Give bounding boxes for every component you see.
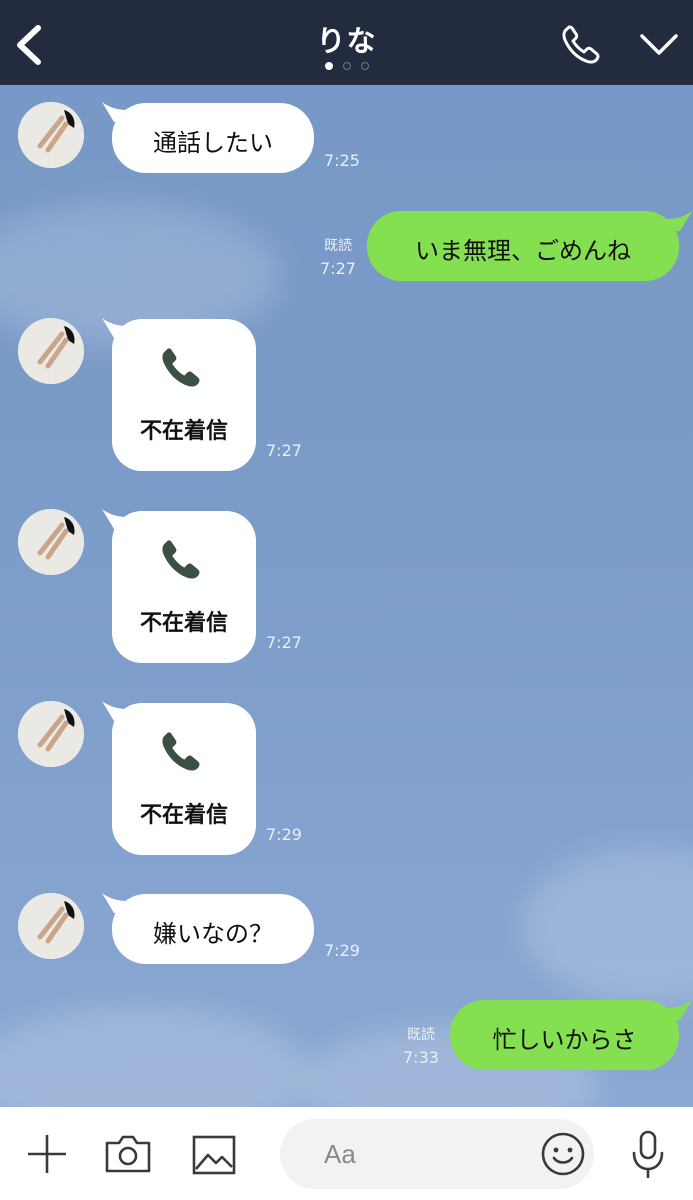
menu-dropdown-button[interactable]	[636, 26, 682, 66]
message-time: 7:27	[320, 259, 356, 278]
chevron-down-icon	[640, 34, 678, 55]
input-placeholder: Aa	[324, 1139, 356, 1169]
contact-avatar[interactable]	[18, 701, 84, 767]
emoji-icon	[541, 1132, 585, 1176]
emoji-button[interactable]	[540, 1131, 586, 1177]
message-bubble-outgoing[interactable]: いま無理、ごめんね	[367, 211, 679, 281]
read-receipt: 既読	[407, 1027, 435, 1043]
message-time: 7:25	[324, 151, 360, 170]
chat-area[interactable]: 通話したい 7:25 既読 7:27 いま無理、ごめんね 不在着信 7:27 不…	[0, 85, 693, 1107]
message-text: 通話したい	[153, 129, 273, 157]
read-receipt: 既読	[324, 238, 352, 254]
message-time: 7:33	[403, 1048, 439, 1067]
avatar-image	[18, 893, 84, 959]
contact-avatar[interactable]	[18, 318, 84, 384]
message-time: 7:29	[324, 941, 360, 960]
phone-icon	[162, 540, 200, 579]
message-bubble-outgoing[interactable]: 忙しいからさ	[450, 1000, 679, 1070]
page-dot-2	[342, 62, 351, 70]
voice-input-button[interactable]	[630, 1129, 666, 1181]
phone-icon	[562, 25, 600, 64]
message-text: いま無理、ごめんね	[415, 237, 631, 265]
avatar-image	[18, 701, 84, 767]
camera-icon	[105, 1135, 151, 1173]
contact-avatar[interactable]	[18, 893, 84, 959]
missed-call-bubble[interactable]: 不在着信	[112, 511, 256, 663]
missed-call-bubble[interactable]: 不在着信	[112, 703, 256, 855]
missed-call-label: 不在着信	[139, 419, 228, 444]
message-time: 7:27	[266, 633, 302, 652]
message-text: 嫌いなの？	[153, 920, 273, 948]
avatar-image	[18, 509, 84, 575]
sky-cloud	[0, 1005, 310, 1107]
contact-avatar[interactable]	[18, 509, 84, 575]
phone-icon	[162, 732, 200, 771]
message-bubble-incoming[interactable]: 通話したい	[112, 103, 314, 173]
message-toolbar: Aa	[0, 1107, 693, 1200]
missed-call-bubble[interactable]: 不在着信	[112, 319, 256, 471]
microphone-icon	[632, 1130, 664, 1178]
bubble-tail	[666, 1000, 692, 1020]
message-text: 忙しいからさ	[492, 1026, 637, 1054]
image-button[interactable]	[192, 1135, 236, 1175]
plus-icon	[28, 1135, 66, 1173]
phone-icon	[162, 348, 200, 387]
voice-call-button[interactable]	[558, 22, 604, 68]
avatar-image	[18, 318, 84, 384]
page-dot-3	[360, 62, 369, 70]
sky-cloud	[520, 845, 693, 1005]
add-button[interactable]	[24, 1131, 70, 1177]
bubble-tail	[666, 211, 692, 231]
message-bubble-incoming[interactable]: 嫌いなの？	[112, 894, 314, 964]
page-dot-1	[324, 62, 333, 70]
missed-call-label: 不在着信	[139, 611, 228, 636]
image-icon	[192, 1135, 236, 1175]
contact-avatar[interactable]	[18, 102, 84, 168]
chat-header: りな	[0, 0, 693, 85]
message-time: 7:27	[266, 441, 302, 460]
missed-call-label: 不在着信	[139, 803, 228, 828]
message-time: 7:29	[266, 825, 302, 844]
camera-button[interactable]	[104, 1133, 152, 1175]
avatar-image	[18, 102, 84, 168]
